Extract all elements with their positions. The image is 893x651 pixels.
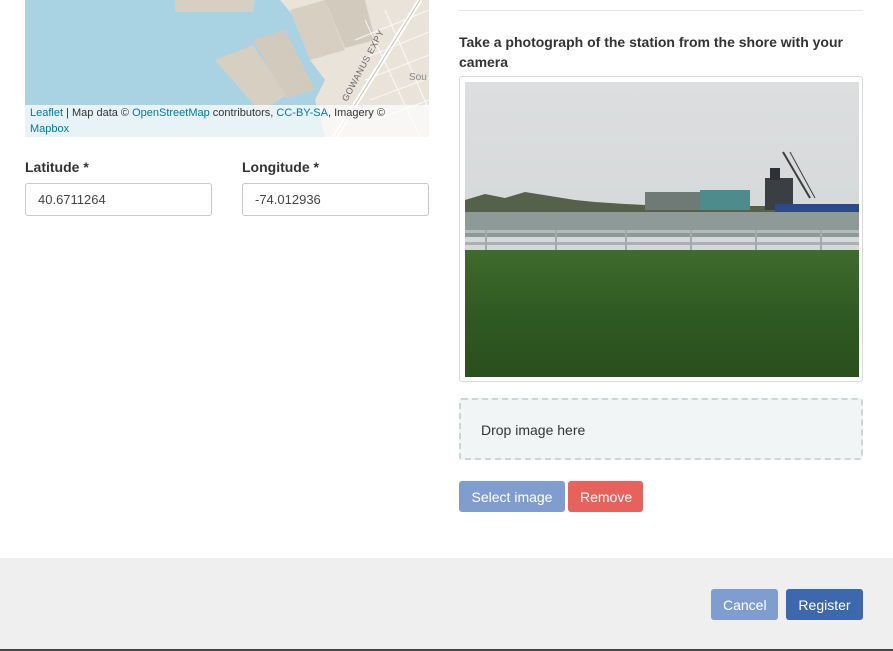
map-attribution: Leaflet | Map data © OpenStreetMap contr… [25, 105, 429, 137]
license-link[interactable]: CC-BY-SA [276, 107, 328, 119]
openstreetmap-link[interactable]: OpenStreetMap [132, 107, 210, 119]
register-button[interactable]: Register [786, 589, 863, 620]
remove-image-button[interactable]: Remove [568, 481, 643, 512]
station-photo [465, 82, 859, 377]
attribution-text: | Map data © [63, 107, 133, 119]
longitude-input[interactable] [242, 183, 429, 216]
photo-label: Take a photograph of the station from th… [459, 34, 843, 70]
section-divider [459, 10, 863, 11]
map-street-label: Sou [409, 72, 427, 83]
location-map[interactable]: GOWANUS EXPY Sou Leaflet | Map data © Op… [25, 0, 429, 137]
attribution-text: contributors, [209, 107, 277, 119]
select-image-button[interactable]: Select image [459, 481, 565, 512]
dropzone-text: Drop image here [481, 422, 586, 438]
attribution-text: , Imagery © [327, 107, 385, 119]
cancel-button[interactable]: Cancel [711, 589, 778, 620]
photo-preview-frame [459, 76, 863, 382]
leaflet-link[interactable]: Leaflet [30, 107, 63, 119]
latitude-label: Latitude * [25, 159, 89, 175]
mapbox-link[interactable]: Mapbox [30, 123, 69, 135]
longitude-label: Longitude * [242, 159, 319, 175]
image-dropzone[interactable]: Drop image here [459, 398, 863, 460]
latitude-input[interactable] [25, 183, 212, 216]
